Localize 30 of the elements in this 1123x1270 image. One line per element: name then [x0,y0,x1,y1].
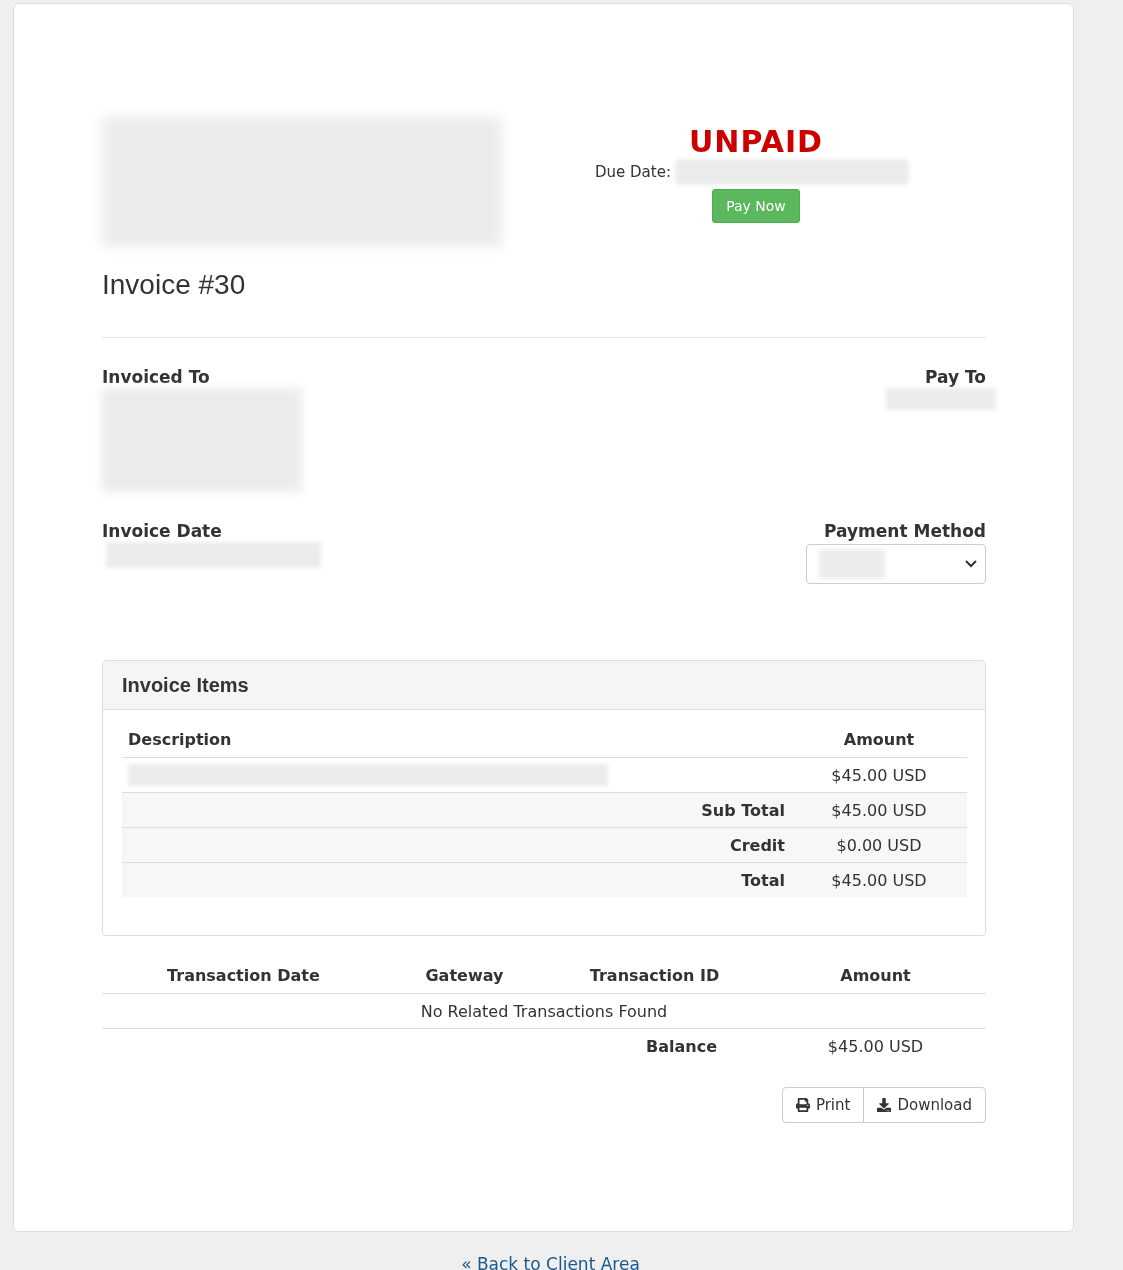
column-header: Gateway [384,958,544,994]
printer-icon [795,1098,810,1112]
due-date-label: Due Date: [595,163,671,181]
chevron-down-icon [965,560,977,568]
download-icon [877,1098,892,1112]
amount-cell: $0.00 USD [791,827,967,863]
empty-message: No Related Transactions Found [102,993,986,1029]
print-button[interactable]: Print [781,1087,865,1123]
download-button[interactable]: Download [863,1087,986,1123]
invoiced-to-heading: Invoiced To [102,366,210,388]
column-header: Amount [791,722,967,758]
summary-label: Credit [122,827,791,863]
invoice-title: Invoice #30 [102,269,247,301]
amount-cell: $45.00 USD [791,862,967,897]
panel-title: Invoice Items [122,673,249,697]
amount-cell: $45.00 USD [791,792,967,828]
column-header: Transaction Date [102,958,385,994]
back-link[interactable]: « Back to Client Area [0,1254,1123,1270]
summary-label: Total [122,862,791,897]
column-header: Amount [765,958,986,994]
invoice-date-heading: Invoice Date [102,520,222,542]
column-header: Description [122,722,791,758]
balance-label: Balance [102,1028,765,1063]
summary-label: Sub Total [122,792,791,828]
balance-value: $45.00 USD [765,1028,986,1063]
payment-method-select[interactable] [806,544,986,584]
pay-to-heading: Pay To [925,366,986,388]
status-label: UNPAID [689,125,823,159]
payment-method-heading: Payment Method [824,520,986,542]
column-header: Transaction ID [544,958,765,994]
